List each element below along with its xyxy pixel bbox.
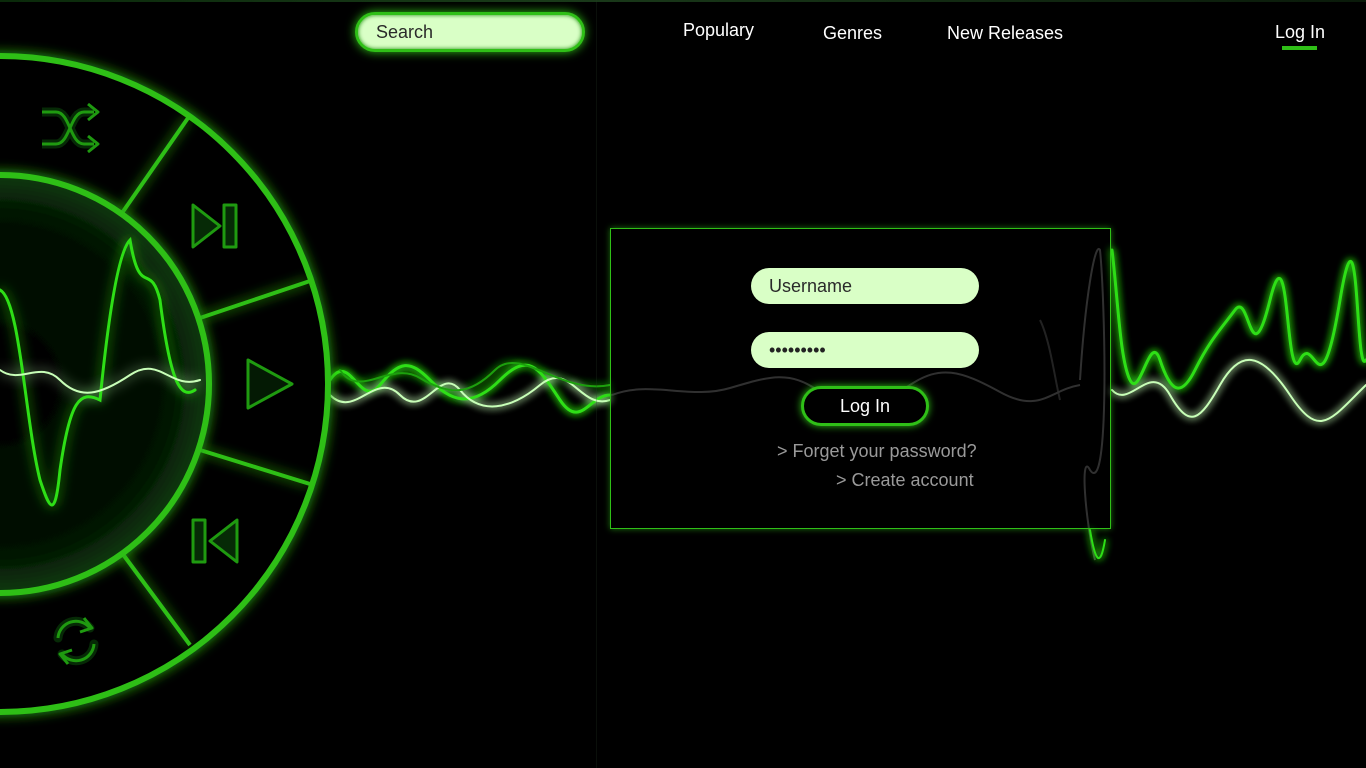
nav-item-populary[interactable]: Populary	[683, 20, 754, 41]
username-field[interactable]	[751, 268, 979, 304]
play-icon[interactable]	[244, 356, 296, 412]
search-input[interactable]	[355, 12, 585, 52]
login-button[interactable]: Log In	[801, 386, 929, 426]
active-nav-indicator	[1282, 46, 1317, 50]
nav-login-link[interactable]: Log In	[1275, 22, 1325, 43]
create-account-link[interactable]: > Create account	[836, 470, 974, 491]
previous-track-icon[interactable]	[190, 517, 240, 565]
music-player-page: Populary Genres New Releases Log In Log …	[0, 0, 1366, 768]
column-divider	[596, 0, 597, 768]
shuffle-icon[interactable]	[36, 100, 102, 156]
forgot-password-link[interactable]: > Forget your password?	[777, 441, 977, 462]
password-field[interactable]	[751, 332, 979, 368]
repeat-icon[interactable]	[48, 610, 104, 672]
next-track-icon[interactable]	[190, 202, 240, 250]
nav-item-new-releases[interactable]: New Releases	[947, 23, 1063, 44]
nav-item-genres[interactable]: Genres	[823, 23, 882, 44]
